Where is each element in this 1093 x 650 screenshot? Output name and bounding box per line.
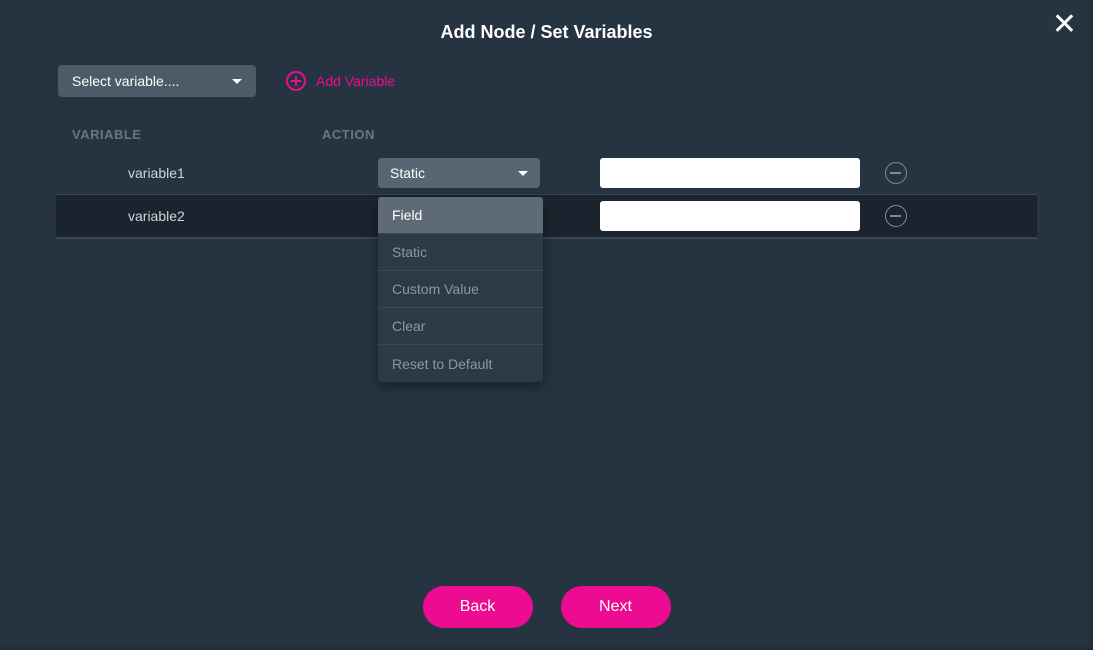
dropdown-item-reset[interactable]: Reset to Default [378,345,543,382]
action-select-value: Static [390,165,425,181]
add-variable-label: Add Variable [316,73,395,89]
close-icon[interactable]: ✕ [1052,10,1077,40]
add-circle-icon [286,71,306,91]
chevron-down-icon [518,171,528,176]
remove-row-button[interactable] [885,205,907,227]
header-action: ACTION [322,127,375,142]
decorative-shadow [1087,0,1093,650]
value-input[interactable] [600,158,860,188]
dropdown-item-field[interactable]: Field [378,197,543,234]
back-button[interactable]: Back [423,586,533,628]
header-variable: VARIABLE [72,127,322,142]
table-row: variable1 Static [56,152,1037,195]
dropdown-item-static[interactable]: Static [378,234,543,271]
remove-row-button[interactable] [885,162,907,184]
chevron-down-icon [232,79,242,84]
variable-name: variable2 [128,208,378,224]
dropdown-item-clear[interactable]: Clear [378,308,543,345]
add-variable-button[interactable]: Add Variable [286,71,395,91]
decorative-shadow [0,644,1093,650]
variable-name: variable1 [128,165,378,181]
select-variable-placeholder: Select variable.... [72,73,179,89]
dropdown-item-custom-value[interactable]: Custom Value [378,271,543,308]
action-select[interactable]: Static [378,158,540,188]
select-variable-dropdown[interactable]: Select variable.... [58,65,256,97]
next-button[interactable]: Next [561,586,671,628]
modal-title: Add Node / Set Variables [0,0,1093,65]
action-dropdown-menu: Field Static Custom Value Clear Reset to… [378,197,543,382]
value-input[interactable] [600,201,860,231]
table-row: variable2 Field Static Custom Value Clea… [56,195,1037,238]
